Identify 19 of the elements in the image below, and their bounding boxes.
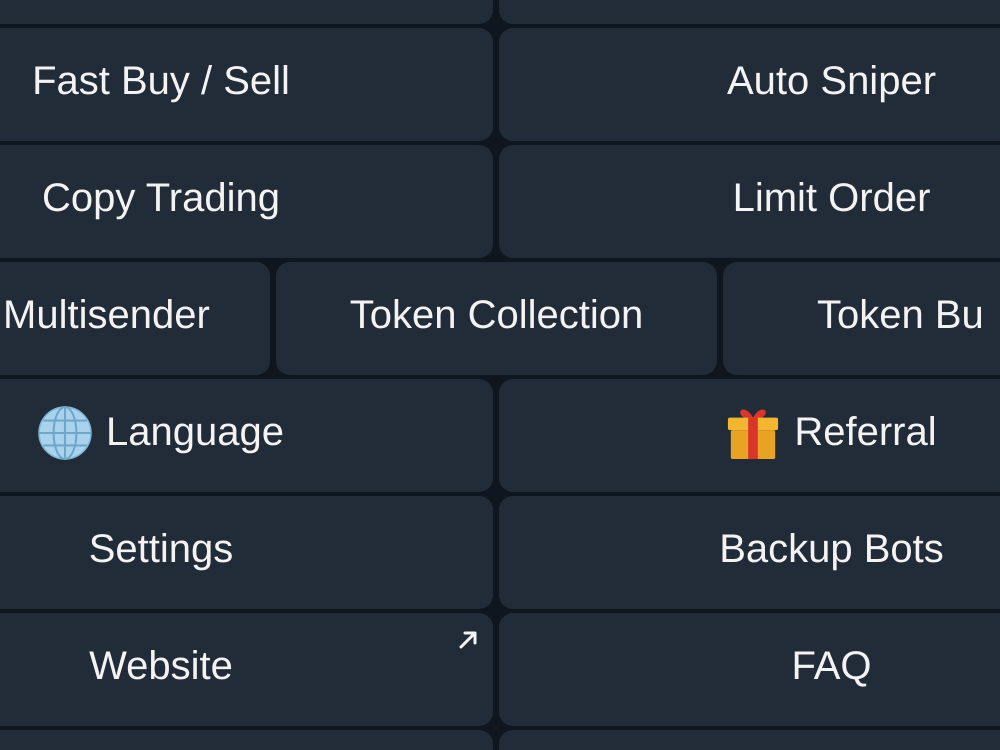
keyboard-button[interactable]: Limit Order [499, 145, 1000, 258]
arrow-icon [458, 630, 478, 650]
keyboard-button[interactable]: Website [0, 613, 493, 726]
keyboard-button[interactable]: Multisender [0, 262, 270, 375]
keyboard-button[interactable]: Fast Buy / Sell [0, 28, 493, 141]
keyboard-button[interactable]: Referral [499, 379, 1000, 492]
keyboard-button[interactable]: Backup Bots [499, 496, 1000, 609]
globe-icon [38, 406, 92, 460]
keyboard-button[interactable]: Token Collection [276, 262, 717, 375]
keyboard-button[interactable] [499, 0, 1000, 24]
keyboard-button[interactable] [499, 730, 1000, 750]
keyboard-button[interactable] [0, 730, 493, 750]
keyboard-button[interactable]: FAQ [499, 613, 1000, 726]
keyboard-button[interactable]: Auto Sniper [499, 28, 1000, 141]
keyboard-button[interactable] [0, 0, 493, 24]
keyboard-button[interactable]: Language [0, 379, 493, 492]
keyboard-button[interactable]: Token Bu [723, 262, 1000, 375]
keyboard-button[interactable]: Settings [0, 496, 493, 609]
keyboard-button[interactable]: Copy Trading [0, 145, 493, 258]
